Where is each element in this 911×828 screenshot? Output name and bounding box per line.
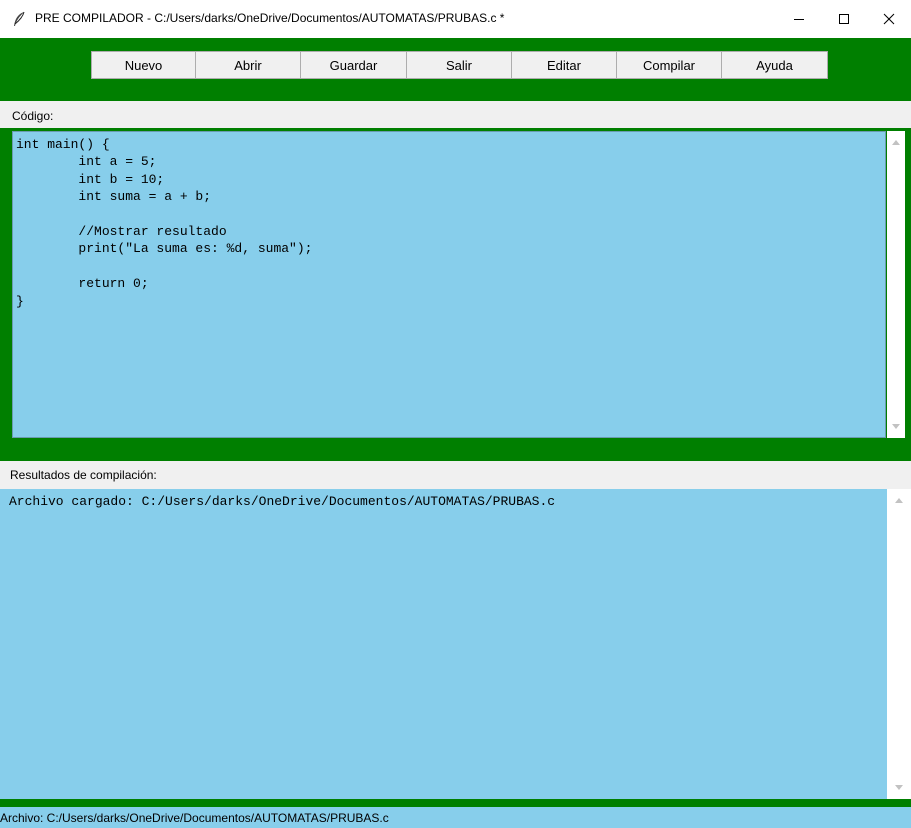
title-bar: PRE COMPILADOR - C:/Users/darks/OneDrive… xyxy=(0,0,911,38)
code-label: Código: xyxy=(12,109,54,123)
status-divider xyxy=(0,799,911,807)
results-output[interactable]: Archivo cargado: C:/Users/darks/OneDrive… xyxy=(0,489,887,799)
code-scrollbar[interactable] xyxy=(887,131,905,438)
close-button[interactable] xyxy=(866,0,911,38)
editar-button[interactable]: Editar xyxy=(511,51,617,79)
scroll-up-icon[interactable] xyxy=(895,498,903,503)
compilar-button[interactable]: Compilar xyxy=(616,51,722,79)
feather-icon xyxy=(14,11,25,26)
window-title: PRE COMPILADOR - C:/Users/darks/OneDrive… xyxy=(35,11,505,25)
ayuda-button[interactable]: Ayuda xyxy=(721,51,828,79)
guardar-button[interactable]: Guardar xyxy=(300,51,407,79)
code-editor[interactable]: int main() { int a = 5; int b = 10; int … xyxy=(12,131,886,438)
salir-button[interactable]: Salir xyxy=(406,51,512,79)
scroll-up-icon[interactable] xyxy=(892,140,900,145)
toolbar: Nuevo Abrir Guardar Salir Editar Compila… xyxy=(0,38,911,101)
maximize-button[interactable] xyxy=(821,0,866,38)
minimize-button[interactable] xyxy=(776,0,821,38)
minimize-icon xyxy=(793,19,804,20)
results-content: Archivo cargado: C:/Users/darks/OneDrive… xyxy=(9,494,556,509)
scroll-down-icon[interactable] xyxy=(895,785,903,790)
results-scrollbar[interactable] xyxy=(887,489,911,799)
abrir-button[interactable]: Abrir xyxy=(195,51,301,79)
scroll-down-icon[interactable] xyxy=(892,424,900,429)
results-label: Resultados de compilación: xyxy=(10,468,157,482)
code-content[interactable]: int main() { int a = 5; int b = 10; int … xyxy=(13,132,885,310)
close-icon xyxy=(883,13,894,25)
nuevo-button[interactable]: Nuevo xyxy=(91,51,196,79)
maximize-icon xyxy=(838,14,849,24)
status-bar: Archivo: C:/Users/darks/OneDrive/Documen… xyxy=(0,807,911,828)
status-text: Archivo: C:/Users/darks/OneDrive/Documen… xyxy=(0,811,389,825)
